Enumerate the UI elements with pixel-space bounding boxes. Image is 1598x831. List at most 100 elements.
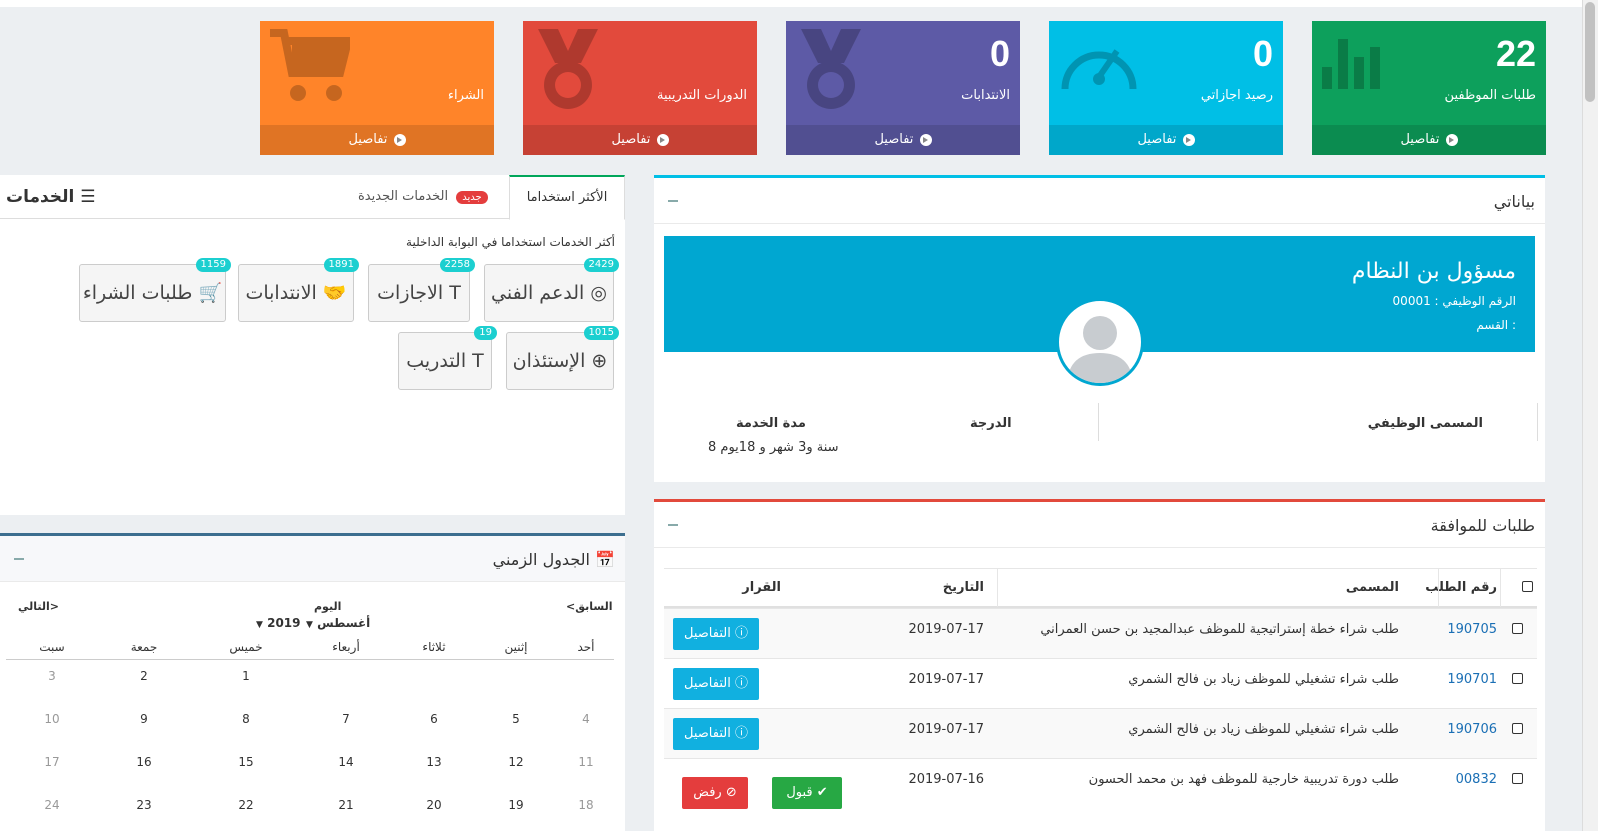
calendar-day[interactable]: 4 [566, 712, 606, 726]
col-date: التاريخ [942, 580, 984, 595]
service-training[interactable]: التدريب T 19 [398, 326, 497, 390]
calendar-day[interactable]: 21 [326, 798, 366, 812]
services-subtitle: أكثر الخدمات استخداما في البوابة الداخلي… [406, 235, 615, 249]
service-label: الدعم الفني [491, 282, 585, 304]
panel-header: بياناتي [654, 178, 1545, 224]
row-checkbox[interactable] [1512, 673, 1523, 684]
info-icon: ⓘ [734, 726, 748, 741]
tab-new-services[interactable]: جديد الخدمات الجديدة [358, 175, 508, 219]
services-title: الخدمات ☰ [0, 175, 95, 219]
row-checkbox[interactable] [1512, 773, 1523, 784]
calendar-day[interactable]: 22 [226, 798, 266, 812]
details-label: التفاصيل [684, 676, 731, 691]
calendar-day[interactable]: 2 [124, 669, 164, 683]
today-link[interactable]: اليوم [314, 600, 341, 613]
top-strip [0, 0, 1582, 7]
tab-most-used[interactable]: الأكثر استخداما [509, 175, 625, 220]
request-number-link[interactable]: 00832 [1456, 772, 1497, 787]
next-month-link[interactable]: التالي> [18, 600, 59, 613]
weekday-header: جمعة [130, 640, 158, 654]
accept-button[interactable]: قبول ✔ [772, 777, 842, 809]
prev-month-link[interactable]: <السابق [566, 600, 613, 613]
details-button[interactable]: التفاصيل ⓘ [673, 718, 759, 750]
request-number-link[interactable]: 190706 [1447, 722, 1497, 737]
reject-button[interactable]: رفض ⊘ [682, 777, 748, 809]
tile-details-link[interactable]: تفاصيل [786, 125, 1020, 155]
check-icon: ✔ [816, 785, 828, 800]
calendar-day[interactable]: 15 [226, 755, 266, 769]
service-label: الإستئذان [512, 350, 586, 372]
calendar-day[interactable]: 18 [566, 798, 606, 812]
list-icon: ☰ [80, 187, 96, 207]
calendar-day[interactable]: 24 [32, 798, 72, 812]
dashboard-gauge-icon [1061, 49, 1137, 90]
calendar-day[interactable]: 8 [226, 712, 266, 726]
profile-name: مسؤول بن النظام [1351, 259, 1516, 284]
details-button[interactable]: التفاصيل ⓘ [673, 668, 759, 700]
calendar-day[interactable]: 17 [32, 755, 72, 769]
calendar-day[interactable]: 1 [226, 669, 266, 683]
tile-label: الشراء [447, 88, 484, 103]
year-select[interactable]: ▼ 2019 [256, 616, 301, 630]
calendar-day[interactable]: 23 [124, 798, 164, 812]
details-label: التفاصيل [684, 726, 731, 741]
row-checkbox[interactable] [1512, 623, 1523, 634]
service-assignments[interactable]: الانتدابات 🤝 1891 [238, 258, 359, 322]
usage-count-badge: 1891 [323, 258, 359, 272]
calendar-day[interactable]: 3 [32, 669, 72, 683]
weekday-header: إثنين [504, 640, 528, 654]
calendar-day[interactable]: 6 [414, 712, 454, 726]
calendar-day[interactable]: 10 [32, 712, 72, 726]
request-number-link[interactable]: 190705 [1447, 622, 1497, 637]
calendar-day[interactable]: 9 [124, 712, 164, 726]
scrollbar-thumb[interactable] [1585, 2, 1595, 102]
calendar-day[interactable]: 7 [326, 712, 366, 726]
service-leaves[interactable]: الاجازات T 2258 [368, 258, 475, 322]
calendar-day[interactable]: 5 [496, 712, 536, 726]
request-date: 2019-07-17 [908, 722, 984, 737]
tile-details-link[interactable]: تفاصيل [1049, 125, 1283, 155]
usage-count-badge: 19 [474, 326, 497, 340]
service-tech-support[interactable]: الدعم الفني ◎ 2429 [484, 258, 619, 322]
request-date: 2019-07-17 [908, 672, 984, 687]
calendar-day[interactable]: 12 [496, 755, 536, 769]
tile-details-link[interactable]: تفاصيل [260, 125, 494, 155]
row-checkbox[interactable] [1512, 723, 1523, 734]
approvals-panel: طلبات للموافقة رقم الطلب المسمى التاريخ … [654, 499, 1545, 831]
service-permission[interactable]: الإستئذان ⊕ 1015 [506, 326, 619, 390]
calendar-day[interactable]: 14 [326, 755, 366, 769]
calendar-day[interactable]: 20 [414, 798, 454, 812]
panel-header: الجدول الزمني 📅 [0, 536, 625, 582]
tile-footer-label: تفاصيل [1137, 132, 1177, 147]
request-number-link[interactable]: 190701 [1447, 672, 1497, 687]
collapse-icon[interactable] [668, 524, 678, 526]
arrow-circle-icon [393, 133, 406, 146]
scrollbar[interactable] [1582, 0, 1598, 831]
job-title-label: المسمى الوظيفي [1367, 416, 1483, 431]
calendar-day[interactable]: 11 [566, 755, 606, 769]
table-row: 00832 طلب دورة تدريبية خارجية للموظف فهد… [664, 758, 1537, 831]
bar-chart-icon [1322, 39, 1380, 89]
employee-number: الرقم الوظيفي : 00001 [1392, 294, 1516, 308]
calendar-day[interactable]: 13 [414, 755, 454, 769]
grade-label: الدرجة [970, 416, 1012, 431]
select-all-checkbox[interactable] [1522, 581, 1533, 592]
request-date: 2019-07-16 [908, 772, 984, 787]
tile-details-link[interactable]: تفاصيل [523, 125, 757, 155]
details-button[interactable]: التفاصيل ⓘ [673, 618, 759, 650]
collapse-icon[interactable] [14, 558, 24, 560]
collapse-icon[interactable] [668, 200, 678, 202]
calendar-day[interactable]: 16 [124, 755, 164, 769]
calendar-panel: الجدول الزمني 📅 التالي> <السابق اليوم ▼ … [0, 533, 625, 831]
tile-details-link[interactable]: تفاصيل [1312, 125, 1546, 155]
life-ring-icon: ◎ [590, 282, 607, 304]
avatar [1056, 298, 1144, 386]
calendar-day[interactable]: 19 [496, 798, 536, 812]
service-label: طلبات الشراء [82, 282, 193, 304]
service-purchase-requests[interactable]: طلبات الشراء 🛒 1159 [79, 258, 231, 322]
month-select[interactable]: ▼ أغسطس [306, 616, 370, 630]
service-label: التدريب [406, 350, 467, 372]
info-icon: ⓘ [734, 676, 748, 691]
tile-leave-balance: 0 رصيد اجازاتي تفاصيل [1049, 21, 1283, 155]
tile-footer-label: تفاصيل [1400, 132, 1440, 147]
